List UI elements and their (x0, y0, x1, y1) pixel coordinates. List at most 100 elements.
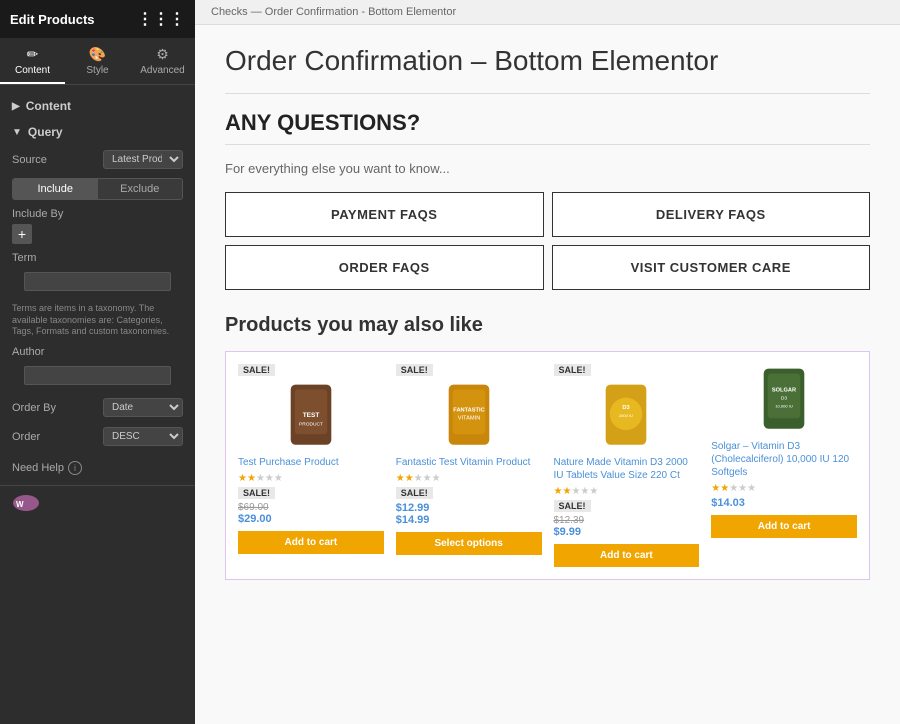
author-input[interactable] (24, 366, 171, 385)
author-row: Author (0, 342, 195, 393)
woo-icon: W (12, 494, 40, 512)
need-help-label: Need Help (12, 462, 64, 474)
sale-badge-1: SALE! (238, 364, 275, 376)
include-exclude-toggle: Include Exclude (12, 178, 183, 200)
add-to-cart-button-1[interactable]: Add to cart (238, 531, 384, 554)
select-options-button-2[interactable]: Select options (396, 532, 542, 555)
need-help-section: Need Help i (0, 451, 195, 485)
include-btn[interactable]: Include (13, 179, 98, 199)
order-by-row: Order By Date Title Name Price Random (0, 393, 195, 422)
add-include-by-button[interactable]: + (12, 224, 32, 244)
main-content: Checks — Order Confirmation - Bottom Ele… (195, 0, 900, 724)
breadcrumb: Checks — Order Confirmation - Bottom Ele… (195, 0, 900, 25)
sale-price-2: $12.99 (396, 502, 430, 514)
sale-price-1: $29.00 (238, 513, 272, 525)
payment-faqs-button[interactable]: PAYMENT FAQS (225, 192, 544, 237)
sidebar: Edit Products ⋮⋮⋮ ✏ Content 🎨 Style ⚙ Ad… (0, 0, 195, 724)
order-label: Order (12, 431, 40, 443)
order-row: Order DESC ASC (0, 422, 195, 451)
delivery-faqs-button[interactable]: DELIVERY FAQS (552, 192, 871, 237)
woo-logo-area: W (0, 485, 195, 520)
star-rating-2: ★★★★★ (396, 473, 441, 484)
svg-text:2000 IU: 2000 IU (619, 413, 633, 418)
add-to-cart-button-4[interactable]: Add to cart (711, 515, 857, 538)
page-area: Order Confirmation – Bottom Elementor AN… (195, 25, 900, 600)
style-tab-label: Style (86, 65, 108, 76)
product-sale-badge-1: SALE! (238, 487, 275, 499)
query-section-arrow: ▼ (12, 127, 22, 138)
star-rating-1: ★★★★★ (238, 473, 283, 484)
sidebar-body: ▶ Content ▼ Query Source Latest Products… (0, 85, 195, 724)
product-sale-badge-2: SALE! (396, 487, 433, 499)
page-title: Order Confirmation – Bottom Elementor (225, 45, 870, 77)
svg-text:PRODUCT: PRODUCT (299, 421, 323, 427)
source-select[interactable]: Latest Products Featured Products Sale P… (103, 150, 183, 169)
product-name-1[interactable]: Test Purchase Product (238, 456, 339, 469)
style-tab-icon: 🎨 (89, 46, 106, 63)
product-card-1: SALE! TEST PRODUCT Test Purchase Product… (238, 364, 384, 567)
product-card-2: SALE! FANTASTIC VITAMIN Fantastic Test V… (396, 364, 542, 567)
faq-grid: PAYMENT FAQS DELIVERY FAQS ORDER FAQS VI… (225, 192, 870, 290)
order-by-select[interactable]: Date Title Name Price Random (103, 398, 183, 417)
source-row: Source Latest Products Featured Products… (0, 145, 195, 174)
product-img-svg-3: D3 2000 IU (596, 383, 656, 448)
source-label: Source (12, 154, 47, 166)
svg-text:VITAMIN: VITAMIN (457, 415, 480, 421)
any-questions-title: ANY QUESTIONS? (225, 110, 870, 136)
top-divider (225, 93, 870, 94)
product-image-3: D3 2000 IU (554, 380, 700, 450)
sale-price-3: $9.99 (554, 526, 582, 538)
sale-badge-2: SALE! (396, 364, 433, 376)
menu-dots-icon[interactable]: ⋮⋮⋮ (137, 9, 185, 29)
product-name-2[interactable]: Fantastic Test Vitamin Product (396, 456, 531, 469)
any-questions-subtitle: For everything else you want to know... (225, 161, 870, 176)
svg-text:FANTASTIC: FANTASTIC (453, 407, 484, 413)
regular-price-2: $14.99 (396, 514, 430, 526)
svg-text:W: W (16, 500, 24, 509)
svg-text:10,000 IU: 10,000 IU (775, 403, 793, 408)
info-icon[interactable]: i (68, 461, 82, 475)
include-by-label: Include By (12, 208, 183, 220)
visit-customer-care-button[interactable]: VISIT CUSTOMER CARE (552, 245, 871, 290)
order-faqs-button[interactable]: ORDER FAQS (225, 245, 544, 290)
content-tab-label: Content (15, 65, 50, 76)
product-img-svg-2: FANTASTIC VITAMIN (439, 383, 499, 448)
query-section-label: Query (28, 125, 63, 139)
query-section-header[interactable]: ▼ Query (0, 119, 195, 145)
product-img-svg-1: TEST PRODUCT (281, 383, 341, 448)
include-by-row: Include By + (0, 204, 195, 248)
content-section-header[interactable]: ▶ Content (0, 93, 195, 119)
svg-text:SOLGAR: SOLGAR (772, 387, 796, 393)
tab-content[interactable]: ✏ Content (0, 38, 65, 84)
sidebar-tabs: ✏ Content 🎨 Style ⚙ Advanced (0, 38, 195, 85)
svg-text:TEST: TEST (303, 412, 320, 419)
advanced-tab-icon: ⚙ (156, 46, 169, 63)
star-rating-4: ★★★★★ (711, 483, 756, 494)
order-by-label: Order By (12, 402, 56, 414)
term-input[interactable] (24, 272, 171, 291)
svg-text:D3: D3 (781, 395, 788, 401)
tab-style[interactable]: 🎨 Style (65, 38, 130, 84)
exclude-btn[interactable]: Exclude (98, 179, 183, 199)
product-name-3[interactable]: Nature Made Vitamin D3 2000 IU Tablets V… (554, 456, 700, 482)
tab-advanced[interactable]: ⚙ Advanced (130, 38, 195, 84)
product-name-4[interactable]: Solgar – Vitamin D3 (Cholecalciferol) 10… (711, 440, 857, 479)
product-sale-badge-3: SALE! (554, 500, 591, 512)
any-questions-section: ANY QUESTIONS? For everything else you w… (225, 110, 870, 290)
product-card-4: SOLGAR D3 10,000 IU Solgar – Vitamin D3 … (711, 364, 857, 567)
product-card-3: SALE! D3 2000 IU Nature Made Vitamin D3 … (554, 364, 700, 567)
product-image-1: TEST PRODUCT (238, 380, 384, 450)
sale-badge-3: SALE! (554, 364, 591, 376)
original-price-1: $69.00 (238, 502, 269, 513)
products-section: Products you may also like SALE! TEST PR… (225, 314, 870, 580)
content-section-arrow: ▶ (12, 101, 20, 112)
woo-logo: W (12, 494, 183, 512)
advanced-tab-label: Advanced (140, 65, 184, 76)
product-image-2: FANTASTIC VITAMIN (396, 380, 542, 450)
product-img-svg-4: SOLGAR D3 10,000 IU (754, 367, 814, 432)
term-label: Term (12, 252, 183, 264)
content-section-label: Content (26, 99, 71, 113)
add-to-cart-button-3[interactable]: Add to cart (554, 544, 700, 567)
products-title: Products you may also like (225, 314, 870, 337)
order-select[interactable]: DESC ASC (103, 427, 183, 446)
